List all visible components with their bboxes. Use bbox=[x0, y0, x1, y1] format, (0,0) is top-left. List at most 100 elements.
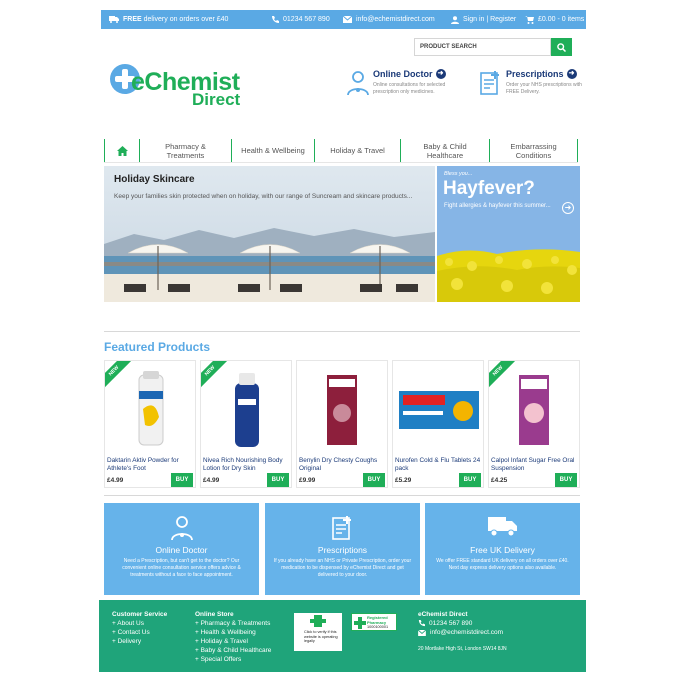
buy-button[interactable]: BUY bbox=[267, 473, 289, 487]
footer-phone[interactable]: 01234 567 890 bbox=[418, 619, 507, 628]
basket-link[interactable]: £0.00 - 0 items bbox=[525, 10, 584, 29]
banner-kicker: Bless you... bbox=[444, 171, 473, 177]
signin-link[interactable]: Sign in | Register bbox=[451, 10, 516, 29]
arrow-right-icon: ➜ bbox=[566, 69, 577, 79]
buy-button[interactable]: BUY bbox=[459, 473, 481, 487]
site-logo[interactable]: eChemist Direct bbox=[110, 64, 250, 110]
info-box-delivery[interactable]: Free UK Delivery We offer FREE standard … bbox=[425, 503, 580, 595]
search-input[interactable]: PRODUCT SEARCH bbox=[414, 38, 551, 56]
envelope-icon bbox=[343, 16, 352, 23]
search-button[interactable] bbox=[551, 38, 572, 56]
promo-online-doctor[interactable]: Online Doctor ➜ Online consultations for … bbox=[347, 68, 457, 102]
section-divider bbox=[104, 331, 580, 332]
footer-link-pharmacy[interactable]: + Pharmacy & Treatments bbox=[195, 619, 271, 628]
phone-icon bbox=[418, 620, 425, 627]
footer-link-contact[interactable]: + Contact Us bbox=[112, 628, 167, 637]
top-bar: FREE delivery on orders over £40 01234 5… bbox=[101, 10, 586, 29]
envelope-icon bbox=[418, 629, 426, 636]
info-text: We offer FREE standard UK delivery on al… bbox=[436, 558, 569, 571]
hayfever-banner[interactable]: Bless you... Hayfever? Fight allergies &… bbox=[437, 166, 580, 302]
delivery-bold: FREE bbox=[123, 16, 142, 23]
footer-link-health[interactable]: + Health & Wellbeing bbox=[195, 628, 271, 637]
info-title: Free UK Delivery bbox=[470, 545, 535, 555]
site-footer: Customer Service + About Us + Contact Us… bbox=[99, 600, 586, 672]
signin-text: Sign in | Register bbox=[463, 16, 517, 23]
beach-illustration bbox=[104, 166, 435, 302]
banner-title: Hayfever? bbox=[443, 178, 535, 199]
hero-banner[interactable]: Holiday Skincare Keep your families skin… bbox=[104, 166, 435, 302]
footer-link-delivery[interactable]: + Delivery bbox=[112, 637, 167, 646]
hero-text: Keep your families skin protected when o… bbox=[114, 193, 413, 200]
arrow-right-circle-icon[interactable]: ➜ bbox=[562, 202, 574, 214]
info-box-online-doctor[interactable]: Online Doctor Need a Prescription, but c… bbox=[104, 503, 259, 595]
product-name[interactable]: Nivea Rich Nourishing Body Lotion for Dr… bbox=[203, 457, 291, 473]
product-image-nurofen bbox=[399, 391, 479, 429]
product-name[interactable]: Benylin Dry Chesty Coughs Original bbox=[299, 457, 387, 473]
product-name[interactable]: Daktarin Aktiv Powder for Athlete's Foot bbox=[107, 457, 195, 473]
product-card[interactable]: NEW Daktarin Aktiv Powder for Athlete's … bbox=[104, 360, 196, 488]
footer-address: 20 Mortlake High St, London SW14 8JN bbox=[418, 646, 507, 652]
featured-heading: Featured Products bbox=[104, 340, 211, 354]
mhra-verify-badge[interactable]: Click to verify if this website is opera… bbox=[294, 613, 342, 651]
footer-link-offers[interactable]: + Special Offers bbox=[195, 655, 271, 664]
basket-total: £0.00 - 0 items bbox=[538, 16, 585, 23]
nav-embarrassing[interactable]: Embarrassing Conditions bbox=[489, 139, 578, 162]
nav-home[interactable] bbox=[104, 139, 139, 162]
nav-health[interactable]: Health & Wellbeing bbox=[231, 139, 314, 162]
info-text: If you already have an NHS or Private Pr… bbox=[273, 558, 412, 578]
product-name[interactable]: Nurofen Cold & Flu Tablets 24 pack bbox=[395, 457, 483, 473]
badge2-title: Registered Pharmacy bbox=[367, 615, 388, 625]
phone-icon bbox=[272, 15, 279, 23]
home-icon bbox=[116, 145, 128, 156]
info-title: Online Doctor bbox=[155, 545, 208, 555]
footer-link-about[interactable]: + About Us bbox=[112, 619, 167, 628]
delivery-notice: FREE delivery on orders over £40 bbox=[109, 10, 228, 29]
email-contact[interactable]: info@echemistdirect.com bbox=[343, 10, 435, 29]
nav-baby[interactable]: Baby & Child Healthcare bbox=[400, 139, 489, 162]
product-name[interactable]: Calpol Infant Sugar Free Oral Suspension bbox=[491, 457, 579, 473]
section-divider bbox=[104, 495, 580, 496]
footer-heading: Customer Service bbox=[112, 611, 168, 618]
badge1-text: Click to verify if this website is opera… bbox=[304, 630, 338, 643]
buy-button[interactable]: BUY bbox=[363, 473, 385, 487]
product-card[interactable]: NEW Nivea Rich Nourishing Body Lotion fo… bbox=[200, 360, 292, 488]
main-nav: Pharmacy & Treatments Health & Wellbeing… bbox=[104, 139, 578, 163]
truck-icon bbox=[109, 16, 119, 23]
product-image-calpol bbox=[519, 375, 549, 445]
product-image-benylin bbox=[327, 375, 357, 445]
buy-button[interactable]: BUY bbox=[555, 473, 577, 487]
product-card[interactable]: Nurofen Cold & Flu Tablets 24 pack £5.29… bbox=[392, 360, 484, 488]
info-title: Prescriptions bbox=[317, 545, 368, 555]
product-price: £4.25 bbox=[491, 477, 508, 484]
footer-link-baby[interactable]: + Baby & Child Healthcare bbox=[195, 646, 271, 655]
product-price: £9.99 bbox=[299, 477, 316, 484]
buy-button[interactable]: BUY bbox=[171, 473, 193, 487]
delivery-text: delivery on orders over £40 bbox=[143, 16, 229, 23]
footer-heading: Online Store bbox=[195, 611, 234, 618]
promo-prescriptions[interactable]: Prescriptions ➜ Order your NHS prescripti… bbox=[480, 68, 590, 102]
product-image-daktarin bbox=[138, 371, 164, 446]
logo-line2: Direct bbox=[192, 90, 241, 109]
product-card[interactable]: NEW Calpol Infant Sugar Free Oral Suspen… bbox=[488, 360, 580, 488]
nav-holiday[interactable]: Holiday & Travel bbox=[314, 139, 400, 162]
registered-pharmacy-badge[interactable]: Registered Pharmacy 1000100001 bbox=[351, 613, 397, 631]
footer-customer-service: Customer Service + About Us + Contact Us… bbox=[112, 610, 167, 646]
product-image-nivea bbox=[235, 373, 259, 447]
doctor-icon bbox=[170, 516, 193, 541]
search-icon bbox=[557, 42, 566, 52]
email-address: info@echemistdirect.com bbox=[356, 16, 435, 23]
promo-desc: Order your NHS prescriptions with FREE D… bbox=[506, 82, 582, 95]
phone-contact[interactable]: 01234 567 890 bbox=[271, 10, 330, 29]
product-card[interactable]: Benylin Dry Chesty Coughs Original £9.99… bbox=[296, 360, 388, 488]
footer-company: eChemist Direct 01234 567 890 info@echem… bbox=[418, 610, 507, 654]
green-cross-icon bbox=[354, 617, 366, 629]
info-box-prescriptions[interactable]: Prescriptions If you already have an NHS… bbox=[265, 503, 420, 595]
banner-text: Fight allergies & hayfever this summer..… bbox=[444, 203, 551, 209]
green-cross-icon bbox=[294, 613, 342, 629]
footer-email[interactable]: info@echemistdirect.com bbox=[418, 628, 507, 637]
footer-online-store: Online Store + Pharmacy & Treatments + H… bbox=[195, 610, 271, 664]
footer-link-holiday[interactable]: + Holiday & Travel bbox=[195, 637, 271, 646]
search-box: PRODUCT SEARCH bbox=[414, 38, 572, 56]
nav-pharmacy[interactable]: Pharmacy & Treatments bbox=[139, 139, 231, 162]
footer-heading: eChemist Direct bbox=[418, 611, 468, 618]
